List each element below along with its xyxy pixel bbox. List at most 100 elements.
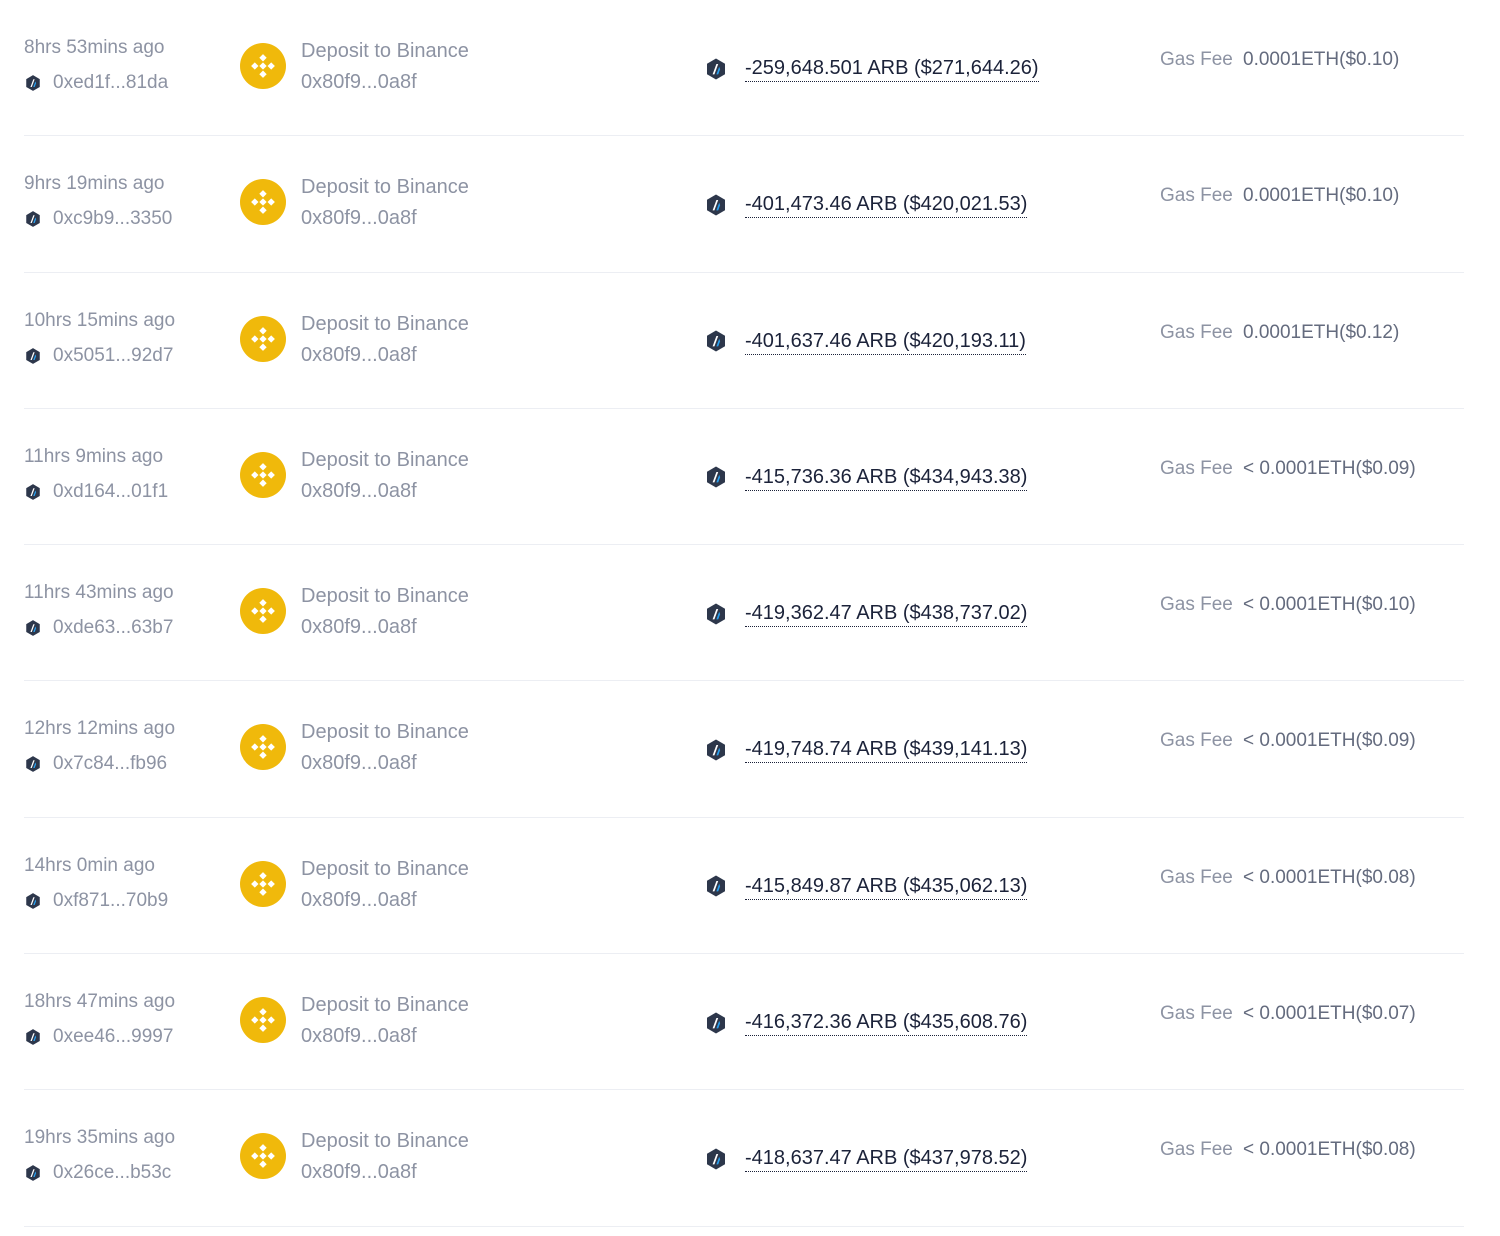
transaction-row: 14hrs 0min ago 0xf871...70b9 Deposit to … — [24, 818, 1464, 955]
transaction-hash-link[interactable]: 0x7c84...fb96 — [53, 752, 167, 776]
transfer-amount[interactable]: -401,473.46 ARB ($420,021.53) — [745, 191, 1028, 219]
gas-fee-value: 0.0001ETH($0.12) — [1243, 321, 1400, 343]
transfer-amount[interactable]: -416,372.36 ARB ($435,608.76) — [745, 1009, 1028, 1037]
destination-address-link[interactable]: 0x80f9...0a8f — [301, 478, 469, 504]
transfer-amount[interactable]: -401,637.46 ARB ($420,193.11) — [745, 328, 1026, 355]
transaction-hash-line: 0xc9b9...3350 — [24, 207, 172, 231]
destination-text: Deposit to Binance 0x80f9...0a8f — [301, 447, 469, 504]
transaction-row: 19hrs 35mins ago 0x26ce...b53c Deposit t… — [24, 1090, 1464, 1227]
transaction-row: 12hrs 12mins ago 0x7c84...fb96 Deposit t… — [24, 681, 1464, 818]
destination-address-link[interactable]: 0x80f9...0a8f — [301, 205, 469, 231]
binance-icon — [240, 724, 286, 771]
arbitrum-token-icon — [707, 194, 725, 216]
arbitrum-token-icon — [707, 875, 725, 897]
amount-column: -401,637.46 ARB ($420,193.11) — [704, 328, 1026, 355]
transaction-hash-link[interactable]: 0xc9b9...3350 — [53, 207, 172, 231]
transaction-time: 10hrs 15mins ago — [24, 309, 176, 331]
gas-fee-value: < 0.0001ETH($0.10) — [1243, 594, 1416, 616]
arbitrum-token-icon — [707, 58, 725, 79]
amount-column: -418,637.47 ARB ($437,978.52) — [704, 1145, 1028, 1173]
arbitrum-token-icon — [707, 1012, 725, 1034]
gas-fee-label: Gas Fee — [1160, 49, 1233, 70]
binance-icon — [240, 179, 286, 226]
transfer-amount[interactable]: -419,748.74 ARB ($439,141.13) — [745, 736, 1028, 764]
gas-fee-value: < 0.0001ETH($0.08) — [1243, 866, 1416, 888]
destination-address-link[interactable]: 0x80f9...0a8f — [301, 614, 469, 640]
destination-address-link[interactable]: 0x80f9...0a8f — [301, 342, 469, 368]
gas-fee-column: Gas Fee < 0.0001ETH($0.08) — [1160, 1137, 1416, 1163]
transaction-time: 11hrs 43mins ago — [24, 582, 174, 604]
time-column: 14hrs 0min ago 0xf871...70b9 — [24, 854, 168, 913]
transaction-hash-link[interactable]: 0xf871...70b9 — [53, 889, 168, 913]
arbitrum-token-icon — [707, 739, 725, 761]
transfer-amount[interactable]: -415,736.36 ARB ($434,943.38) — [745, 464, 1028, 491]
destination-column: Deposit to Binance 0x80f9...0a8f — [240, 172, 469, 231]
transaction-list: 8hrs 53mins ago 0xed1f...81da Deposit to… — [24, 0, 1464, 1227]
arbitrum-token-icon — [707, 466, 725, 488]
gas-fee-column: Gas Fee < 0.0001ETH($0.09) — [1160, 728, 1416, 754]
transaction-time: 18hrs 47mins ago — [24, 991, 176, 1013]
destination-text: Deposit to Binance 0x80f9...0a8f — [301, 719, 469, 776]
amount-column: -419,748.74 ARB ($439,141.13) — [704, 736, 1028, 764]
amount-column: -419,362.47 ARB ($438,737.02) — [704, 600, 1028, 628]
destination-column: Deposit to Binance 0x80f9...0a8f — [240, 990, 469, 1049]
destination-column: Deposit to Binance 0x80f9...0a8f — [240, 854, 469, 913]
transfer-amount[interactable]: -259,648.501 ARB ($271,644.26) — [745, 55, 1039, 82]
destination-label: Deposit to Binance — [301, 721, 469, 744]
amount-column: -401,473.46 ARB ($420,021.53) — [704, 191, 1028, 219]
destination-address-link[interactable]: 0x80f9...0a8f — [301, 69, 469, 95]
arbitrum-icon — [26, 347, 40, 364]
transfer-amount[interactable]: -418,637.47 ARB ($437,978.52) — [745, 1145, 1028, 1173]
gas-fee-label: Gas Fee — [1160, 730, 1233, 752]
transaction-row: 10hrs 15mins ago 0x5051...92d7 Deposit t… — [24, 273, 1464, 409]
transfer-amount[interactable]: -415,849.87 ARB ($435,062.13) — [745, 873, 1028, 900]
transaction-hash-line: 0x26ce...b53c — [24, 1161, 175, 1185]
gas-fee-label: Gas Fee — [1160, 1003, 1233, 1025]
gas-fee-value: < 0.0001ETH($0.09) — [1243, 730, 1416, 752]
time-column: 9hrs 19mins ago 0xc9b9...3350 — [24, 172, 172, 231]
arbitrum-icon — [26, 484, 40, 500]
transaction-hash-link[interactable]: 0xd164...01f1 — [53, 480, 168, 504]
transaction-hash-link[interactable]: 0xee46...9997 — [53, 1025, 173, 1049]
gas-fee-column: Gas Fee < 0.0001ETH($0.07) — [1160, 1001, 1416, 1027]
destination-column: Deposit to Binance 0x80f9...0a8f — [240, 36, 469, 95]
binance-icon — [240, 997, 286, 1044]
destination-column: Deposit to Binance 0x80f9...0a8f — [240, 1126, 469, 1185]
destination-text: Deposit to Binance 0x80f9...0a8f — [301, 856, 469, 913]
destination-address-link[interactable]: 0x80f9...0a8f — [301, 887, 469, 913]
transaction-row: 8hrs 53mins ago 0xed1f...81da Deposit to… — [24, 0, 1464, 137]
destination-text: Deposit to Binance 0x80f9...0a8f — [301, 38, 469, 95]
destination-text: Deposit to Binance 0x80f9...0a8f — [301, 583, 469, 640]
destination-label: Deposit to Binance — [301, 1130, 469, 1153]
gas-fee-label: Gas Fee — [1160, 457, 1233, 479]
transaction-hash-link[interactable]: 0x26ce...b53c — [53, 1161, 171, 1185]
transaction-hash-link[interactable]: 0xde63...63b7 — [53, 616, 173, 640]
destination-text: Deposit to Binance 0x80f9...0a8f — [301, 992, 469, 1049]
destination-text: Deposit to Binance 0x80f9...0a8f — [301, 311, 469, 368]
destination-column: Deposit to Binance 0x80f9...0a8f — [240, 717, 469, 776]
arbitrum-icon — [26, 892, 40, 909]
arbitrum-token-icon — [707, 1148, 725, 1170]
destination-label: Deposit to Binance — [301, 312, 469, 335]
arbitrum-icon — [26, 1165, 40, 1182]
destination-column: Deposit to Binance 0x80f9...0a8f — [240, 445, 469, 504]
transaction-hash-line: 0xee46...9997 — [24, 1025, 175, 1049]
destination-address-link[interactable]: 0x80f9...0a8f — [301, 1023, 469, 1049]
amount-column: -415,736.36 ARB ($434,943.38) — [704, 464, 1028, 491]
destination-address-link[interactable]: 0x80f9...0a8f — [301, 750, 469, 776]
gas-fee-column: Gas Fee 0.0001ETH($0.12) — [1160, 320, 1399, 346]
transaction-hash-link[interactable]: 0x5051...92d7 — [53, 344, 173, 368]
destination-label: Deposit to Binance — [301, 40, 469, 62]
gas-fee-column: Gas Fee < 0.0001ETH($0.10) — [1160, 592, 1416, 618]
transaction-time: 9hrs 19mins ago — [24, 173, 165, 195]
time-column: 11hrs 43mins ago 0xde63...63b7 — [24, 581, 174, 640]
arbitrum-icon — [26, 756, 40, 773]
binance-icon — [240, 43, 286, 89]
transfer-amount[interactable]: -419,362.47 ARB ($438,737.02) — [745, 600, 1028, 628]
transaction-hash-line: 0x7c84...fb96 — [24, 752, 175, 776]
transaction-row: 9hrs 19mins ago 0xc9b9...3350 Deposit to… — [24, 136, 1464, 273]
gas-fee-value: 0.0001ETH($0.10) — [1243, 49, 1400, 70]
transaction-hash-link[interactable]: 0xed1f...81da — [53, 71, 168, 95]
destination-label: Deposit to Binance — [301, 585, 469, 608]
destination-address-link[interactable]: 0x80f9...0a8f — [301, 1159, 469, 1185]
